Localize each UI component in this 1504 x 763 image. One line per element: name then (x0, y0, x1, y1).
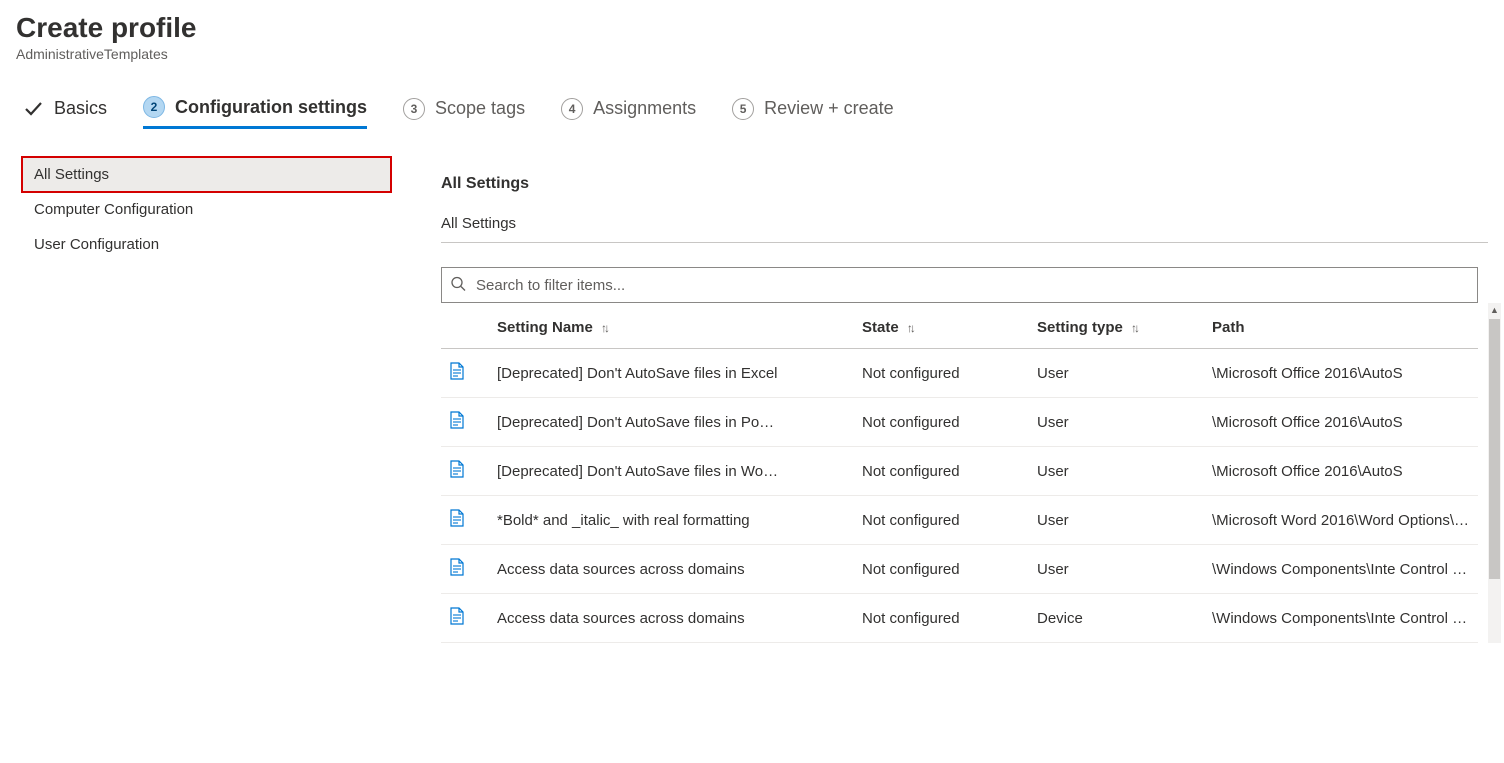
cell-type: User (1029, 349, 1204, 398)
cell-setting-name: Access data sources across domains (489, 594, 854, 643)
column-header-state[interactable]: State ↑↓ (854, 303, 1029, 349)
cell-state: Not configured (854, 545, 1029, 594)
sidebar-item-1[interactable]: Computer Configuration (22, 192, 391, 227)
step-label: Assignments (593, 98, 696, 119)
check-icon (22, 98, 44, 120)
page-subtitle: AdministrativeTemplates (16, 46, 1488, 62)
column-header-name[interactable]: Setting Name ↑↓ (489, 303, 854, 349)
cell-path: \Windows Components\Inte Control Panel\S… (1204, 594, 1478, 643)
table-row[interactable]: [Deprecated] Don't AutoSave files in Wo…… (441, 447, 1478, 496)
vertical-scrollbar[interactable]: ▲ (1488, 303, 1501, 643)
search-icon (450, 276, 466, 295)
table-row[interactable]: *Bold* and _italic_ with real formatting… (441, 496, 1478, 545)
document-icon (449, 362, 465, 384)
step-number-badge: 2 (143, 96, 165, 118)
settings-tree-sidebar: All SettingsComputer ConfigurationUser C… (16, 157, 391, 643)
document-icon (449, 607, 465, 629)
cell-path: \Microsoft Office 2016\AutoS (1204, 447, 1478, 496)
step-label: Configuration settings (175, 97, 367, 118)
cell-state: Not configured (854, 349, 1029, 398)
document-icon (449, 411, 465, 433)
document-icon (449, 558, 465, 580)
cell-state: Not configured (854, 398, 1029, 447)
step-label: Review + create (764, 98, 894, 119)
cell-path: \Microsoft Office 2016\AutoS (1204, 349, 1478, 398)
scrollbar-thumb[interactable] (1489, 319, 1500, 579)
table-row[interactable]: [Deprecated] Don't AutoSave files in Exc… (441, 349, 1478, 398)
step-label: Basics (54, 98, 107, 119)
cell-state: Not configured (854, 594, 1029, 643)
wizard-step-0[interactable]: Basics (22, 98, 107, 128)
cell-type: Device (1029, 594, 1204, 643)
cell-type: User (1029, 398, 1204, 447)
cell-setting-name: Access data sources across domains (489, 545, 854, 594)
cell-setting-name: [Deprecated] Don't AutoSave files in Wo… (489, 447, 854, 496)
step-number-badge: 3 (403, 98, 425, 120)
panel-heading: All Settings (441, 175, 1488, 193)
cell-setting-name: [Deprecated] Don't AutoSave files in Exc… (489, 349, 854, 398)
sidebar-item-2[interactable]: User Configuration (22, 227, 391, 262)
cell-setting-name: [Deprecated] Don't AutoSave files in Po… (489, 398, 854, 447)
table-row[interactable]: Access data sources across domainsNot co… (441, 545, 1478, 594)
document-icon (449, 460, 465, 482)
column-header-path[interactable]: Path (1204, 303, 1478, 349)
column-header-type[interactable]: Setting type ↑↓ (1029, 303, 1204, 349)
page-title: Create profile (16, 12, 1488, 44)
scroll-up-icon[interactable]: ▲ (1488, 303, 1501, 316)
cell-state: Not configured (854, 496, 1029, 545)
sort-icon: ↑↓ (907, 321, 913, 335)
search-input[interactable] (441, 267, 1478, 303)
cell-type: User (1029, 545, 1204, 594)
settings-table: Setting Name ↑↓ State ↑↓ Setting type ↑↓ (441, 303, 1478, 643)
wizard-steps: Basics 2 Configuration settings 3 Scope tags… (16, 96, 1488, 129)
wizard-step-3[interactable]: 4 Assignments (561, 98, 696, 128)
table-row[interactable]: [Deprecated] Don't AutoSave files in Po…… (441, 398, 1478, 447)
breadcrumb: All Settings (441, 215, 1488, 232)
cell-path: \Microsoft Office 2016\AutoS (1204, 398, 1478, 447)
cell-type: User (1029, 496, 1204, 545)
cell-path: \Windows Components\Inte Control Panel\S… (1204, 545, 1478, 594)
cell-type: User (1029, 447, 1204, 496)
cell-setting-name: *Bold* and _italic_ with real formatting (489, 496, 854, 545)
document-icon (449, 509, 465, 531)
step-number-badge: 5 (732, 98, 754, 120)
wizard-step-4[interactable]: 5 Review + create (732, 98, 894, 128)
cell-path: \Microsoft Word 2016\Word Options\Proofi… (1204, 496, 1478, 545)
sidebar-item-0[interactable]: All Settings (22, 157, 391, 192)
step-label: Scope tags (435, 98, 525, 119)
cell-state: Not configured (854, 447, 1029, 496)
sort-icon: ↑↓ (601, 321, 607, 335)
wizard-step-2[interactable]: 3 Scope tags (403, 98, 525, 128)
divider (441, 242, 1488, 243)
sort-icon: ↑↓ (1131, 321, 1137, 335)
wizard-step-1[interactable]: 2 Configuration settings (143, 96, 367, 129)
step-number-badge: 4 (561, 98, 583, 120)
table-row[interactable]: Access data sources across domainsNot co… (441, 594, 1478, 643)
